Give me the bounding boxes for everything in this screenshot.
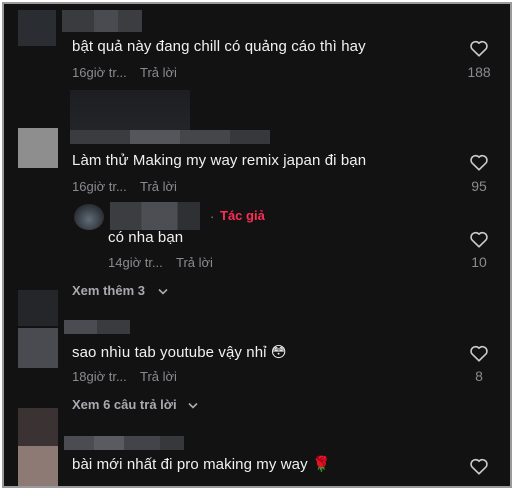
reply-button[interactable]: Trả lời bbox=[140, 65, 177, 80]
comment-text: Làm thử Making my way remix japan đi bạn bbox=[72, 152, 367, 169]
heart-icon[interactable] bbox=[469, 230, 489, 248]
username-pixelated[interactable] bbox=[64, 320, 130, 334]
reply-username-pixelated[interactable] bbox=[110, 202, 200, 230]
author-badge: Tác giả bbox=[220, 208, 265, 223]
username-pixelated[interactable] bbox=[62, 10, 142, 32]
avatar-top-blur bbox=[70, 90, 190, 132]
chevron-down-icon bbox=[158, 288, 168, 295]
comment-time: 18giờ tr... bbox=[72, 369, 127, 384]
comments-panel: bật quả này đang chill có quảng cáo thì … bbox=[2, 2, 512, 488]
view-more-label[interactable]: Xem thêm 3 bbox=[72, 283, 145, 298]
reply-text: có nha bạn bbox=[108, 229, 184, 246]
avatar-top-blur bbox=[18, 290, 58, 326]
comment-time: 16giờ tr... bbox=[72, 65, 127, 80]
chevron-down-icon bbox=[188, 402, 198, 409]
view-more-label[interactable]: Xem 6 câu trả lời bbox=[72, 397, 177, 412]
avatar[interactable] bbox=[18, 128, 58, 168]
heart-icon[interactable] bbox=[469, 457, 489, 475]
like-count: 8 bbox=[475, 368, 483, 384]
separator-dot: · bbox=[210, 209, 215, 224]
heart-icon[interactable] bbox=[469, 153, 489, 171]
reply-button[interactable]: Trả lời bbox=[176, 255, 213, 270]
avatar[interactable] bbox=[18, 446, 58, 486]
heart-icon[interactable] bbox=[469, 39, 489, 57]
like-count: 95 bbox=[471, 178, 487, 194]
username-pixelated[interactable] bbox=[64, 436, 184, 450]
reply-button[interactable]: Trả lời bbox=[140, 179, 177, 194]
reply-time: 14giờ tr... bbox=[108, 255, 163, 270]
avatar[interactable] bbox=[18, 10, 56, 46]
username-pixelated[interactable] bbox=[70, 130, 270, 144]
heart-icon[interactable] bbox=[469, 344, 489, 362]
comment-text: sao nhìu tab youtube vậy nhỉ 😳 bbox=[72, 344, 287, 361]
comment-time: 16giờ tr... bbox=[72, 179, 127, 194]
avatar[interactable] bbox=[18, 328, 58, 368]
like-count: 10 bbox=[471, 254, 487, 270]
comment-text: bật quả này đang chill có quảng cáo thì … bbox=[72, 38, 366, 55]
comment-text: bài mới nhất đi pro making my way 🌹 bbox=[72, 456, 331, 473]
like-count: 188 bbox=[467, 64, 491, 80]
reply-button[interactable]: Trả lời bbox=[140, 369, 177, 384]
reply-avatar[interactable] bbox=[74, 204, 104, 230]
avatar-top-blur bbox=[18, 408, 58, 446]
